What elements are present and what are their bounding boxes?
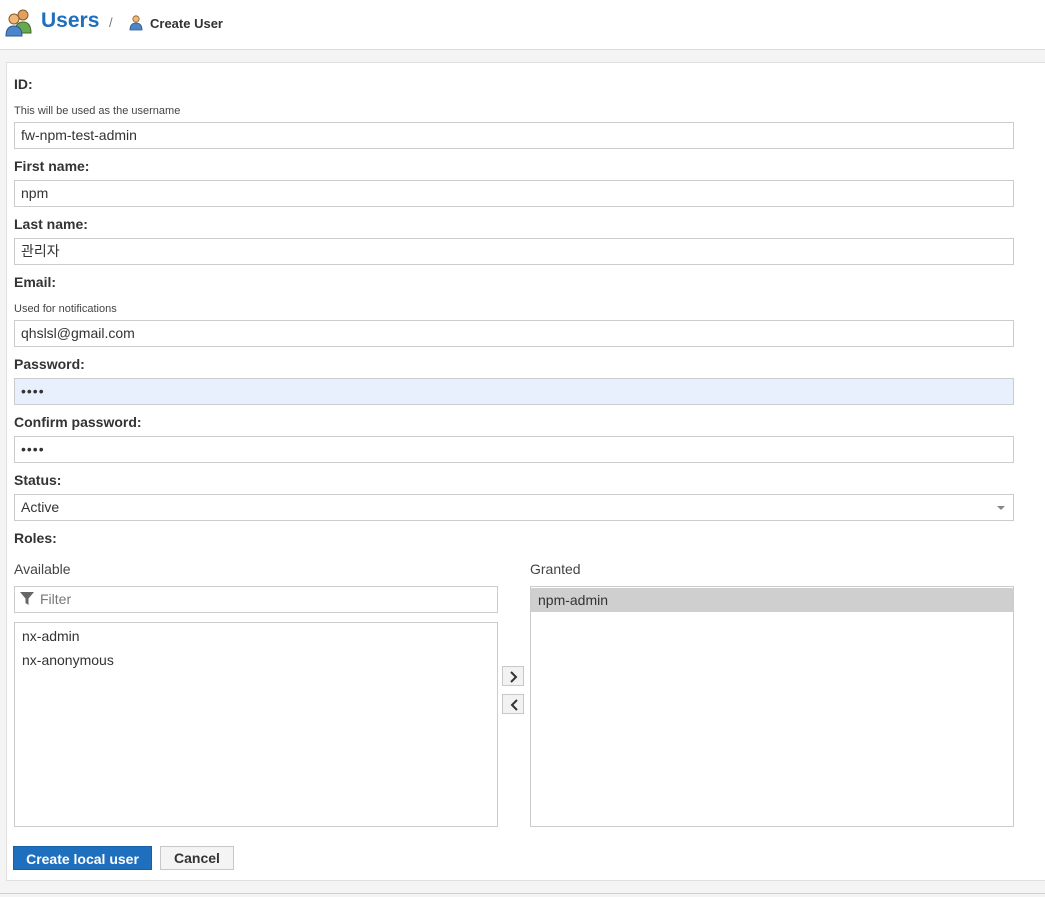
first-name-label: First name: [14, 158, 90, 174]
users-icon [5, 9, 32, 37]
cancel-button[interactable]: Cancel [160, 846, 234, 870]
email-field[interactable]: qhslsl@gmail.com [14, 320, 1014, 347]
caret-down-icon [997, 506, 1005, 510]
move-left-button[interactable] [502, 694, 524, 714]
footer-divider [0, 893, 1045, 894]
user-icon [129, 15, 143, 31]
id-label: ID: [14, 76, 33, 92]
breadcrumb-separator: / [109, 15, 113, 30]
move-right-button[interactable] [502, 666, 524, 686]
granted-header: Granted [530, 561, 581, 577]
email-label: Email: [14, 274, 57, 290]
roles-label: Roles: [14, 530, 57, 546]
available-role-item[interactable]: nx-admin [15, 624, 497, 648]
status-label: Status: [14, 472, 62, 488]
first-name-field[interactable]: npm [14, 180, 1014, 207]
password-field[interactable]: •••• [14, 378, 1014, 405]
available-role-item[interactable]: nx-anonymous [15, 648, 497, 672]
chevron-right-icon [510, 671, 518, 683]
granted-roles-list[interactable]: npm-admin [530, 586, 1014, 827]
granted-role-item[interactable]: npm-admin [531, 588, 1013, 612]
chevron-left-icon [510, 699, 518, 711]
id-field[interactable]: fw-npm-test-admin [14, 122, 1014, 149]
page-header: Users / Create User [0, 0, 1045, 50]
filter-icon [20, 592, 34, 605]
roles-filter-input[interactable]: Filter [14, 586, 498, 613]
confirm-password-label: Confirm password: [14, 414, 142, 430]
id-help-text: This will be used as the username [14, 105, 181, 117]
last-name-label: Last name: [14, 216, 88, 232]
filter-placeholder: Filter [40, 591, 72, 607]
status-select-value: Active [21, 499, 60, 515]
password-label: Password: [14, 356, 85, 372]
email-help-text: Used for notifications [14, 303, 117, 315]
confirm-password-field[interactable]: •••• [14, 436, 1014, 463]
breadcrumb-current: Create User [150, 16, 223, 31]
last-name-field[interactable]: 관리자 [14, 238, 1014, 265]
create-local-user-button[interactable]: Create local user [13, 846, 152, 870]
available-roles-list[interactable]: nx-admin nx-anonymous [14, 622, 498, 827]
available-header: Available [14, 561, 71, 577]
page-title[interactable]: Users [41, 9, 99, 33]
status-select[interactable]: Active [14, 494, 1014, 521]
